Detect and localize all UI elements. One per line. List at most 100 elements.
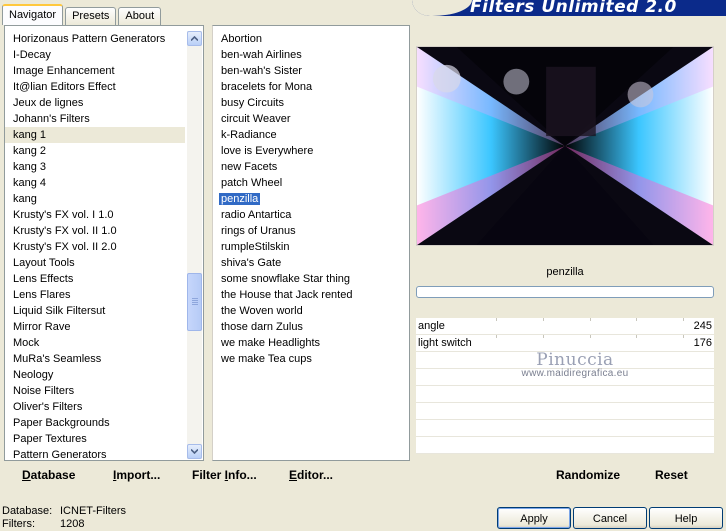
cancel-button[interactable]: Cancel xyxy=(573,507,647,529)
watermark: Pinuccia www.maidiregrafica.eu xyxy=(505,350,645,379)
filter-item-label: rumpleStilskin xyxy=(221,241,290,253)
database-button[interactable]: Database xyxy=(22,468,75,482)
category-item[interactable]: Krusty's FX vol. II 2.0 xyxy=(5,239,185,255)
status-area: Database: ICNET-Filters Filters: 1208 xyxy=(2,505,126,531)
param-empty xyxy=(416,386,714,403)
filter-item[interactable]: rings of Uranus xyxy=(213,223,352,239)
title-banner: Filters Unlimited 2.0 xyxy=(412,0,726,16)
category-item-label: Johann's Filters xyxy=(13,113,90,125)
filter-item-label: k-Radiance xyxy=(221,129,277,141)
filter-item[interactable]: we make Headlights xyxy=(213,335,352,351)
chevron-down-icon xyxy=(191,449,198,454)
preview-artwork xyxy=(417,47,713,245)
mnemonic: D xyxy=(22,468,31,482)
tab-strip: Navigator Presets About xyxy=(2,3,163,25)
category-item-label: kang 4 xyxy=(13,177,47,189)
selected-filter-name: penzilla xyxy=(546,266,584,278)
filter-item[interactable]: new Facets xyxy=(213,159,352,175)
filter-item[interactable]: bracelets for Mona xyxy=(213,79,352,95)
filter-item[interactable]: those darn Zulus xyxy=(213,319,352,335)
category-item[interactable]: kang xyxy=(5,191,185,207)
category-item[interactable]: It@lian Editors Effect xyxy=(5,79,185,95)
category-item-label: kang 2 xyxy=(13,145,47,157)
mnemonic: E xyxy=(289,468,298,482)
filter-list[interactable]: Abortion ben-wah Airlines ben-wah's Sister… xyxy=(213,31,352,367)
filter-item[interactable]: rumpleStilskin xyxy=(213,239,352,255)
category-item-label: Krusty's FX vol. I 1.0 xyxy=(13,209,114,221)
grip-icon xyxy=(192,298,198,306)
category-item-label: Krusty's FX vol. II 1.0 xyxy=(13,225,117,237)
param-value: 176 xyxy=(693,337,712,349)
filter-item[interactable]: shiva's Gate xyxy=(213,255,352,271)
filter-item-label: we make Tea cups xyxy=(221,353,312,365)
param-value: 245 xyxy=(693,320,712,332)
filter-item[interactable]: the House that Jack rented xyxy=(213,287,352,303)
filter-item[interactable]: busy Circuits xyxy=(213,95,352,111)
filter-item[interactable]: Abortion xyxy=(213,31,352,47)
filter-item-label: penzilla xyxy=(219,193,261,205)
category-item[interactable]: kang 2 xyxy=(5,143,185,159)
category-item-label: Jeux de lignes xyxy=(13,97,84,109)
category-item[interactable]: Horizonaus Pattern Generators xyxy=(5,31,185,47)
category-item[interactable]: Jeux de lignes xyxy=(5,95,185,111)
banner-title: Filters Unlimited 2.0 xyxy=(470,0,677,16)
filter-item[interactable]: some snowflake Star thing xyxy=(213,271,352,287)
filter-item[interactable]: penzilla xyxy=(213,191,352,207)
category-item[interactable]: Paper Textures xyxy=(5,431,185,447)
category-item[interactable]: Lens Flares xyxy=(5,287,185,303)
param-label: angle xyxy=(418,320,445,332)
category-scrollbar[interactable] xyxy=(187,31,202,459)
category-item[interactable]: Noise Filters xyxy=(5,383,185,399)
filter-info-button[interactable]: Filter Info... xyxy=(192,468,257,482)
filter-item[interactable]: we make Tea cups xyxy=(213,351,352,367)
reset-button[interactable]: Reset xyxy=(655,468,688,482)
tab-navigator[interactable]: Navigator xyxy=(2,4,64,25)
category-item[interactable]: Paper Backgrounds xyxy=(5,415,185,431)
category-item[interactable]: Lens Effects xyxy=(5,271,185,287)
category-item[interactable]: kang 3 xyxy=(5,159,185,175)
category-item[interactable]: kang 4 xyxy=(5,175,185,191)
category-item[interactable]: Krusty's FX vol. II 1.0 xyxy=(5,223,185,239)
category-item-label: Krusty's FX vol. II 2.0 xyxy=(13,241,117,253)
category-item[interactable]: Mock xyxy=(5,335,185,351)
category-item[interactable]: I-Decay xyxy=(5,47,185,63)
scroll-up-button[interactable] xyxy=(187,31,202,46)
category-item[interactable]: Liquid Silk Filtersut xyxy=(5,303,185,319)
category-item[interactable]: MuRa's Seamless xyxy=(5,351,185,367)
category-item[interactable]: Layout Tools xyxy=(5,255,185,271)
param-angle[interactable]: angle 245 xyxy=(416,318,714,335)
filter-item[interactable]: ben-wah Airlines xyxy=(213,47,352,63)
button-label: Filter xyxy=(192,468,225,482)
category-item-label: It@lian Editors Effect xyxy=(13,81,116,93)
category-item[interactable]: Mirror Rave xyxy=(5,319,185,335)
category-item[interactable]: kang 1 xyxy=(5,127,185,143)
category-item-label: Noise Filters xyxy=(13,385,75,397)
apply-button[interactable]: Apply xyxy=(497,507,571,529)
editor-button[interactable]: Editor... xyxy=(289,468,333,482)
category-item-label: Mirror Rave xyxy=(13,321,71,333)
scroll-thumb[interactable] xyxy=(187,273,202,331)
slider-ticks xyxy=(496,335,684,338)
help-button[interactable]: Help xyxy=(649,507,723,529)
category-item[interactable]: Neology xyxy=(5,367,185,383)
category-item[interactable]: Image Enhancement xyxy=(5,63,185,79)
filter-item[interactable]: k-Radiance xyxy=(213,127,352,143)
tab-about[interactable]: About xyxy=(118,7,162,25)
filter-item[interactable]: circuit Weaver xyxy=(213,111,352,127)
category-item[interactable]: Krusty's FX vol. I 1.0 xyxy=(5,207,185,223)
filter-item[interactable]: ben-wah's Sister xyxy=(213,63,352,79)
category-item-label: Lens Flares xyxy=(13,289,71,301)
category-item[interactable]: Oliver's Filters xyxy=(5,399,185,415)
filter-item[interactable]: the Woven world xyxy=(213,303,352,319)
slider-ticks xyxy=(496,318,684,321)
filter-item[interactable]: radio Antartica xyxy=(213,207,352,223)
tab-presets[interactable]: Presets xyxy=(65,7,117,25)
filter-item[interactable]: patch Wheel xyxy=(213,175,352,191)
randomize-button[interactable]: Randomize xyxy=(556,468,620,482)
import-button[interactable]: Import... xyxy=(113,468,160,482)
category-list[interactable]: Horizonaus Pattern Generators I-Decay Imag… xyxy=(5,31,185,463)
status-filters-value: 1208 xyxy=(60,518,85,530)
scroll-down-button[interactable] xyxy=(187,444,202,459)
category-item[interactable]: Johann's Filters xyxy=(5,111,185,127)
filter-item[interactable]: love is Everywhere xyxy=(213,143,352,159)
